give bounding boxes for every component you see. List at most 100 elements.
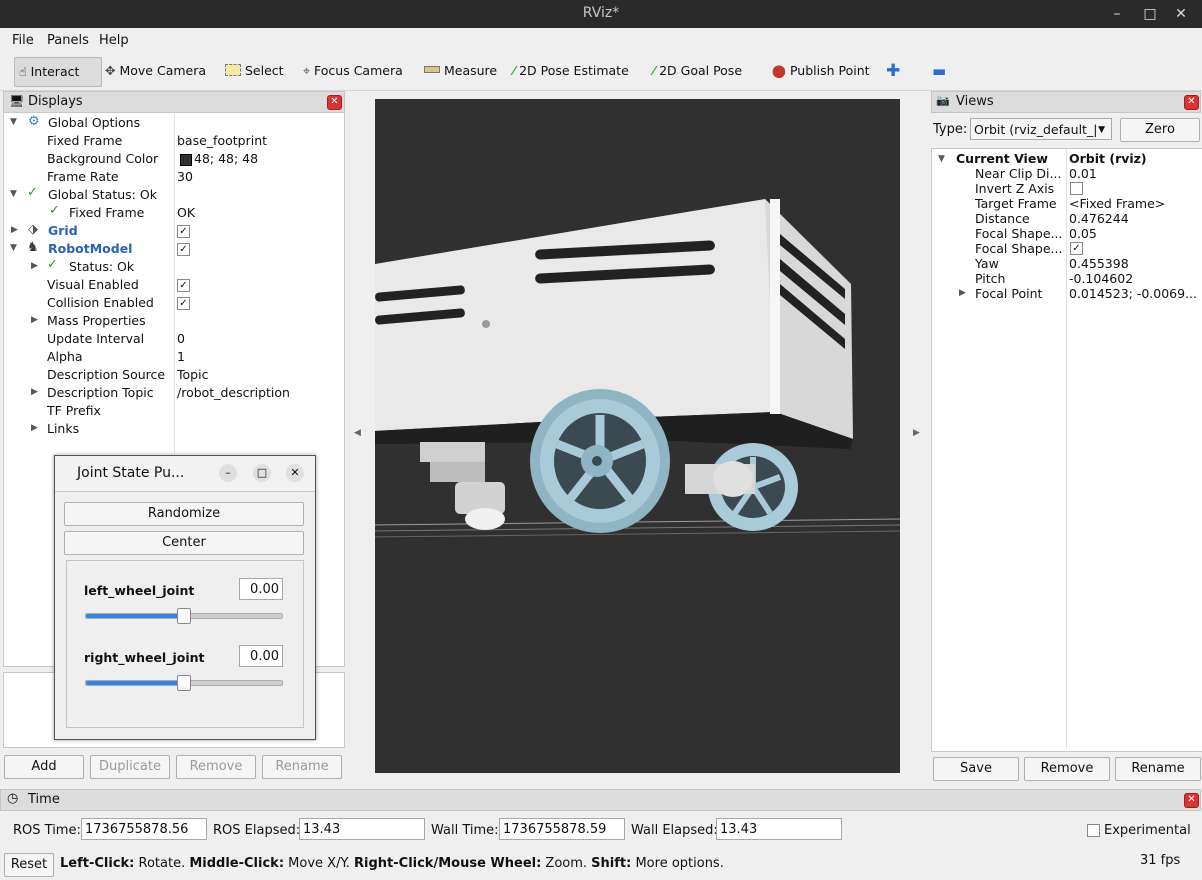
update-interval-label[interactable]: Update Interval: [47, 330, 144, 348]
invert-z-checkbox[interactable]: [1070, 182, 1083, 195]
wall-elapsed-field[interactable]: 13.43: [716, 818, 842, 840]
description-source-label[interactable]: Description Source: [47, 366, 165, 384]
near-clip-value[interactable]: 0.01: [1069, 165, 1097, 183]
links-label[interactable]: Links: [47, 420, 79, 438]
minimize-button[interactable]: –: [219, 464, 237, 482]
menu-file[interactable]: File: [12, 33, 34, 48]
displays-title: Displays: [28, 94, 83, 109]
collision-enabled-label[interactable]: Collision Enabled: [47, 294, 154, 312]
menu-panels[interactable]: Panels: [47, 33, 89, 48]
update-interval-value[interactable]: 0: [177, 330, 185, 348]
mass-properties-label[interactable]: Mass Properties: [47, 312, 146, 330]
status-ok-label[interactable]: Status: Ok: [69, 258, 134, 276]
add-display-button[interactable]: Add: [4, 755, 84, 779]
left-wheel-joint-slider[interactable]: [85, 608, 283, 624]
focal-shape-size-value[interactable]: 0.05: [1069, 225, 1097, 243]
minimize-button[interactable]: –: [1106, 4, 1128, 24]
description-source-value[interactable]: Topic: [177, 366, 208, 384]
ros-elapsed-field[interactable]: 13.43: [299, 818, 425, 840]
center-button[interactable]: Center: [64, 531, 304, 555]
collapse-arrow-icon[interactable]: ▶: [31, 261, 38, 271]
select-rect-icon: [225, 64, 241, 76]
pose-estimate-tool[interactable]: ⁄ 2D Pose Estimate: [513, 57, 629, 85]
save-view-button[interactable]: Save: [933, 757, 1019, 781]
randomize-button[interactable]: Randomize: [64, 502, 304, 526]
focal-shape-fixed-checkbox[interactable]: ✓: [1070, 242, 1083, 255]
frame-rate-value[interactable]: 30: [177, 168, 193, 186]
expand-arrow-icon[interactable]: ▼: [10, 189, 17, 199]
right-wheel-joint-value[interactable]: 0.00: [239, 645, 283, 667]
menu-help[interactable]: Help: [99, 33, 129, 48]
visual-enabled-label[interactable]: Visual Enabled: [47, 276, 139, 294]
interact-tool[interactable]: ☝ Interact: [14, 57, 102, 87]
remove-view-button[interactable]: Remove: [1024, 757, 1110, 781]
maximize-button[interactable]: □: [1139, 4, 1161, 24]
slider-handle[interactable]: [177, 608, 191, 624]
robot-model-label[interactable]: RobotModel: [48, 240, 132, 258]
grid-display-label[interactable]: Grid: [48, 222, 78, 240]
focal-point-value[interactable]: 0.014523; -0.0069...: [1069, 285, 1197, 303]
global-status-label[interactable]: Global Status: Ok: [48, 186, 157, 204]
rename-display-button[interactable]: Rename: [262, 755, 342, 779]
goal-pose-tool[interactable]: ⁄ 2D Goal Pose: [653, 57, 742, 85]
collapse-right-arrow-icon[interactable]: ▶: [913, 428, 920, 438]
close-panel-button[interactable]: ✕: [1184, 95, 1199, 110]
visual-enabled-checkbox[interactable]: ✓: [177, 279, 190, 292]
remove-tool-icon[interactable]: ▬: [932, 57, 946, 85]
reset-button[interactable]: Reset: [4, 853, 54, 877]
tf-prefix-label[interactable]: TF Prefix: [47, 402, 101, 420]
alpha-label[interactable]: Alpha: [47, 348, 83, 366]
robot-model-enabled-checkbox[interactable]: ✓: [177, 243, 190, 256]
zero-button[interactable]: Zero: [1120, 118, 1200, 142]
close-panel-button[interactable]: ✕: [327, 95, 342, 110]
alpha-value[interactable]: 1: [177, 348, 185, 366]
select-tool[interactable]: Select: [225, 57, 284, 85]
remove-display-button[interactable]: Remove: [176, 755, 256, 779]
render-viewport[interactable]: [375, 99, 900, 773]
description-topic-label[interactable]: Description Topic: [47, 384, 154, 402]
close-window-button[interactable]: ✕: [1170, 4, 1192, 24]
collapse-arrow-icon[interactable]: ▶: [31, 315, 38, 325]
background-color-label[interactable]: Background Color: [47, 150, 158, 168]
view-type-select[interactable]: Orbit (rviz_default_| ▼: [970, 118, 1112, 140]
expand-arrow-icon[interactable]: ▼: [938, 154, 945, 164]
close-panel-button[interactable]: ✕: [1184, 793, 1199, 808]
left-wheel-joint-value[interactable]: 0.00: [239, 578, 283, 600]
measure-tool[interactable]: Measure: [424, 57, 497, 85]
grid-enabled-checkbox[interactable]: ✓: [177, 225, 190, 238]
experimental-checkbox[interactable]: [1087, 824, 1100, 837]
expand-arrow-icon[interactable]: ▼: [10, 243, 17, 253]
collapse-arrow-icon[interactable]: ▶: [31, 423, 38, 433]
collapse-arrow-icon[interactable]: ▶: [11, 225, 18, 235]
frame-rate-label[interactable]: Frame Rate: [47, 168, 119, 186]
add-tool-icon[interactable]: ✚: [886, 57, 900, 85]
right-wheel-joint-slider[interactable]: [85, 675, 283, 691]
move-camera-tool[interactable]: ✥ Move Camera: [105, 57, 206, 85]
focus-camera-tool[interactable]: ⌖ Focus Camera: [303, 57, 403, 85]
rename-view-button[interactable]: Rename: [1115, 757, 1201, 781]
collision-enabled-checkbox[interactable]: ✓: [177, 297, 190, 310]
dialog-title-bar[interactable]: Joint State Pu... – □ ✕: [55, 456, 315, 492]
collapse-arrow-icon[interactable]: ▶: [959, 288, 966, 298]
background-color-value[interactable]: 48; 48; 48: [194, 150, 258, 168]
color-swatch[interactable]: [180, 154, 192, 166]
ros-time-field[interactable]: 1736755878.56: [81, 818, 207, 840]
wall-time-label: Wall Time:: [431, 823, 499, 838]
collapse-left-arrow-icon[interactable]: ◀: [354, 428, 361, 438]
collapse-arrow-icon[interactable]: ▶: [31, 387, 38, 397]
slider-handle[interactable]: [177, 675, 191, 691]
fixed-frame-value[interactable]: base_footprint: [177, 132, 267, 150]
hand-pointer-icon: ☝: [19, 64, 27, 79]
publish-point-tool[interactable]: ⬤ Publish Point: [772, 57, 870, 85]
global-options-label[interactable]: Global Options: [48, 114, 140, 132]
gs-fixed-frame-label[interactable]: Fixed Frame: [69, 204, 144, 222]
wall-time-field[interactable]: 1736755878.59: [499, 818, 625, 840]
focal-point-label[interactable]: Focal Point: [975, 285, 1042, 303]
close-window-button[interactable]: ✕: [286, 464, 304, 482]
maximize-button[interactable]: □: [253, 464, 271, 482]
expand-arrow-icon[interactable]: ▼: [10, 117, 17, 127]
duplicate-display-button[interactable]: Duplicate: [90, 755, 170, 779]
description-topic-value[interactable]: /robot_description: [177, 384, 290, 402]
slider-fill: [86, 681, 184, 685]
fixed-frame-label[interactable]: Fixed Frame: [47, 132, 122, 150]
